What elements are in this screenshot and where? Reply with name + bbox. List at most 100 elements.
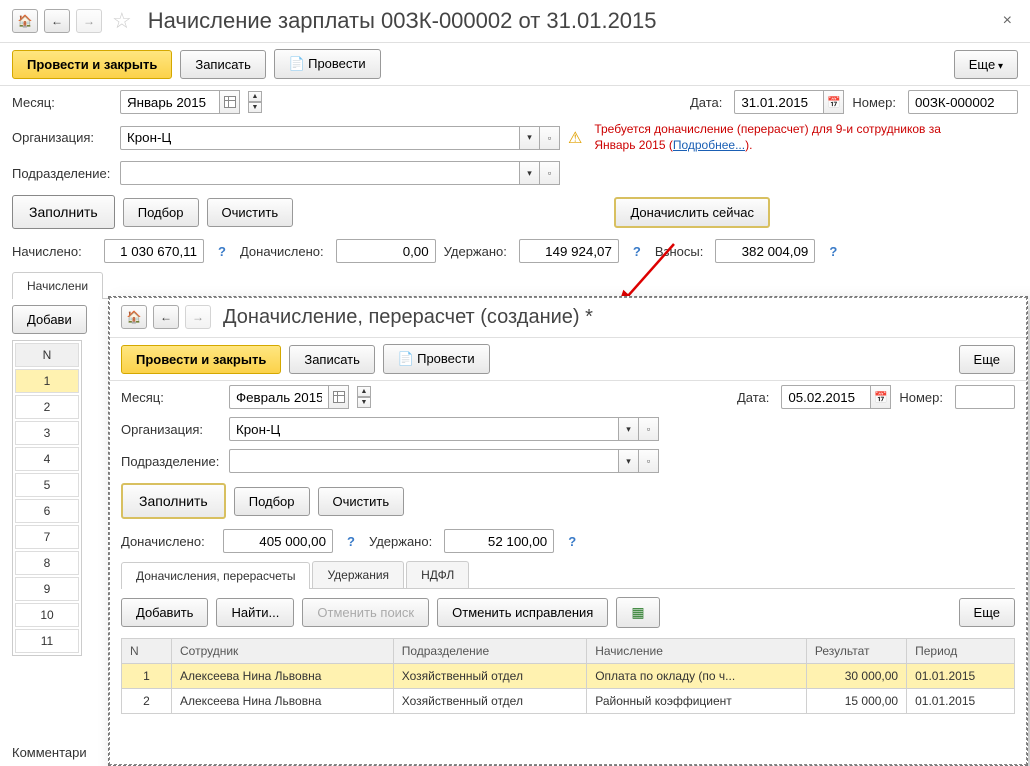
sub-clear-button[interactable]: Очистить (318, 487, 405, 516)
table-row[interactable]: 9 (15, 577, 79, 601)
row-number-table: N 1 2 3 4 5 6 7 8 9 10 11 (12, 340, 82, 656)
sub-date-field[interactable] (781, 385, 891, 409)
col-employee[interactable]: Сотрудник (172, 639, 394, 664)
org-field[interactable]: ▾ ▫ (120, 126, 560, 150)
table-row[interactable]: 3 (15, 421, 79, 445)
month-input[interactable] (120, 90, 220, 114)
org-open-icon[interactable]: ▫ (540, 126, 560, 150)
table-row[interactable]: 5 (15, 473, 79, 497)
save-button[interactable]: Записать (180, 50, 266, 79)
sub-dept-input[interactable] (229, 449, 619, 473)
sub-save-button[interactable]: Записать (289, 345, 375, 374)
table-row[interactable]: 1 (15, 369, 79, 393)
contrib-value[interactable] (715, 239, 815, 263)
sub-month-field[interactable] (229, 385, 349, 409)
tab-accruals[interactable]: Начислени (12, 272, 103, 299)
table-row[interactable]: 7 (15, 525, 79, 549)
calendar-icon[interactable] (824, 90, 844, 114)
sub-pick-button[interactable]: Подбор (234, 487, 310, 516)
more-button[interactable]: Еще (954, 50, 1018, 79)
col-result[interactable]: Результат (806, 639, 906, 664)
month-field[interactable] (120, 90, 240, 114)
sub-post-close-button[interactable]: Провести и закрыть (121, 345, 281, 374)
accrued-value[interactable] (104, 239, 204, 263)
warning-details-link[interactable]: Подробнее... (673, 138, 745, 152)
sub-number-input[interactable] (955, 385, 1015, 409)
sub-help-withheld-icon[interactable]: ? (568, 534, 576, 549)
sub-home-button[interactable]: 🏠 (121, 305, 147, 329)
table-row[interactable]: 11 (15, 629, 79, 653)
label-number: Номер: (852, 95, 896, 110)
back-button[interactable]: ← (44, 9, 70, 33)
sub-org-field[interactable]: ▾ ▫ (229, 417, 659, 441)
date-input[interactable] (734, 90, 824, 114)
fill-button[interactable]: Заполнить (12, 195, 115, 229)
sub-tab-withhold[interactable]: Удержания (312, 561, 404, 588)
sub-org-input[interactable] (229, 417, 619, 441)
month-grid-icon[interactable] (220, 90, 240, 114)
withheld-value[interactable] (519, 239, 619, 263)
label-accrued: Начислено: (12, 244, 92, 259)
sub-month-spinner[interactable]: ▲▼ (357, 386, 371, 408)
sub-fill-button[interactable]: Заполнить (121, 483, 226, 519)
dept-open-icon[interactable]: ▫ (540, 161, 560, 185)
org-input[interactable] (120, 126, 520, 150)
sub-find-button[interactable]: Найти... (216, 598, 294, 627)
home-button[interactable]: 🏠 (12, 9, 38, 33)
help-contrib-icon[interactable]: ? (829, 244, 837, 259)
date-field[interactable] (734, 90, 844, 114)
table-row[interactable]: 4 (15, 447, 79, 471)
close-button[interactable]: × (997, 10, 1018, 32)
col-accrual[interactable]: Начисление (587, 639, 807, 664)
col-dept[interactable]: Подразделение (393, 639, 587, 664)
dept-field[interactable]: ▾ ▫ (120, 161, 560, 185)
table-row[interactable]: 1 Алексеева Нина Львовна Хозяйственный о… (122, 664, 1015, 689)
recalc-now-button[interactable]: Доначислить сейчас (614, 197, 770, 228)
sub-table-settings-button[interactable]: ▦ (616, 597, 659, 628)
sub-withheld-value[interactable] (444, 529, 554, 553)
sub-tab-recalc[interactable]: Доначисления, перерасчеты (121, 562, 310, 589)
pick-button[interactable]: Подбор (123, 198, 199, 227)
dept-dropdown-icon[interactable]: ▾ (520, 161, 540, 185)
sub-dept-dropdown-icon[interactable]: ▾ (619, 449, 639, 473)
sub-month-input[interactable] (229, 385, 329, 409)
sub-calendar-icon[interactable] (871, 385, 891, 409)
extra-value[interactable] (336, 239, 436, 263)
post-button[interactable]: 📄Провести (274, 49, 381, 79)
sub-month-grid-icon[interactable] (329, 385, 349, 409)
table-row[interactable]: 8 (15, 551, 79, 575)
sub-date-input[interactable] (781, 385, 871, 409)
table-row[interactable]: 6 (15, 499, 79, 523)
table-row[interactable]: 10 (15, 603, 79, 627)
number-input[interactable] (908, 90, 1018, 114)
sub-help-extra-icon[interactable]: ? (347, 534, 355, 549)
table-row[interactable]: 2 (15, 395, 79, 419)
col-n[interactable]: N (122, 639, 172, 664)
sub-org-dropdown-icon[interactable]: ▾ (619, 417, 639, 441)
sub-dept-field[interactable]: ▾ ▫ (229, 449, 659, 473)
sub-post-button[interactable]: 📄Провести (383, 344, 490, 374)
sub-more-button[interactable]: Еще (959, 345, 1015, 374)
month-spinner[interactable]: ▲▼ (248, 91, 262, 113)
clear-button[interactable]: Очистить (207, 198, 294, 227)
forward-button: → (76, 9, 102, 33)
sub-dept-open-icon[interactable]: ▫ (639, 449, 659, 473)
help-accrued-icon[interactable]: ? (218, 244, 226, 259)
label-dept: Подразделение: (12, 166, 112, 181)
favorite-star-icon[interactable]: ☆ (112, 8, 132, 34)
sub-tab-ndfl[interactable]: НДФЛ (406, 561, 469, 588)
add-row-button[interactable]: Добави (12, 305, 87, 334)
col-period[interactable]: Период (907, 639, 1015, 664)
sub-cancel-fix-button[interactable]: Отменить исправления (437, 598, 608, 627)
sub-back-button[interactable]: ← (153, 305, 179, 329)
help-withheld-icon[interactable]: ? (633, 244, 641, 259)
sub-org-open-icon[interactable]: ▫ (639, 417, 659, 441)
org-dropdown-icon[interactable]: ▾ (520, 126, 540, 150)
post-and-close-button[interactable]: Провести и закрыть (12, 50, 172, 79)
dept-input[interactable] (120, 161, 520, 185)
sub-extra-value[interactable] (223, 529, 333, 553)
sub-add-button[interactable]: Добавить (121, 598, 208, 627)
sub-grid-more-button[interactable]: Еще (959, 598, 1015, 627)
sub-titlebar: 🏠 ← → Доначисление, перерасчет (создание… (109, 297, 1027, 337)
table-row[interactable]: 2 Алексеева Нина Львовна Хозяйственный о… (122, 689, 1015, 714)
